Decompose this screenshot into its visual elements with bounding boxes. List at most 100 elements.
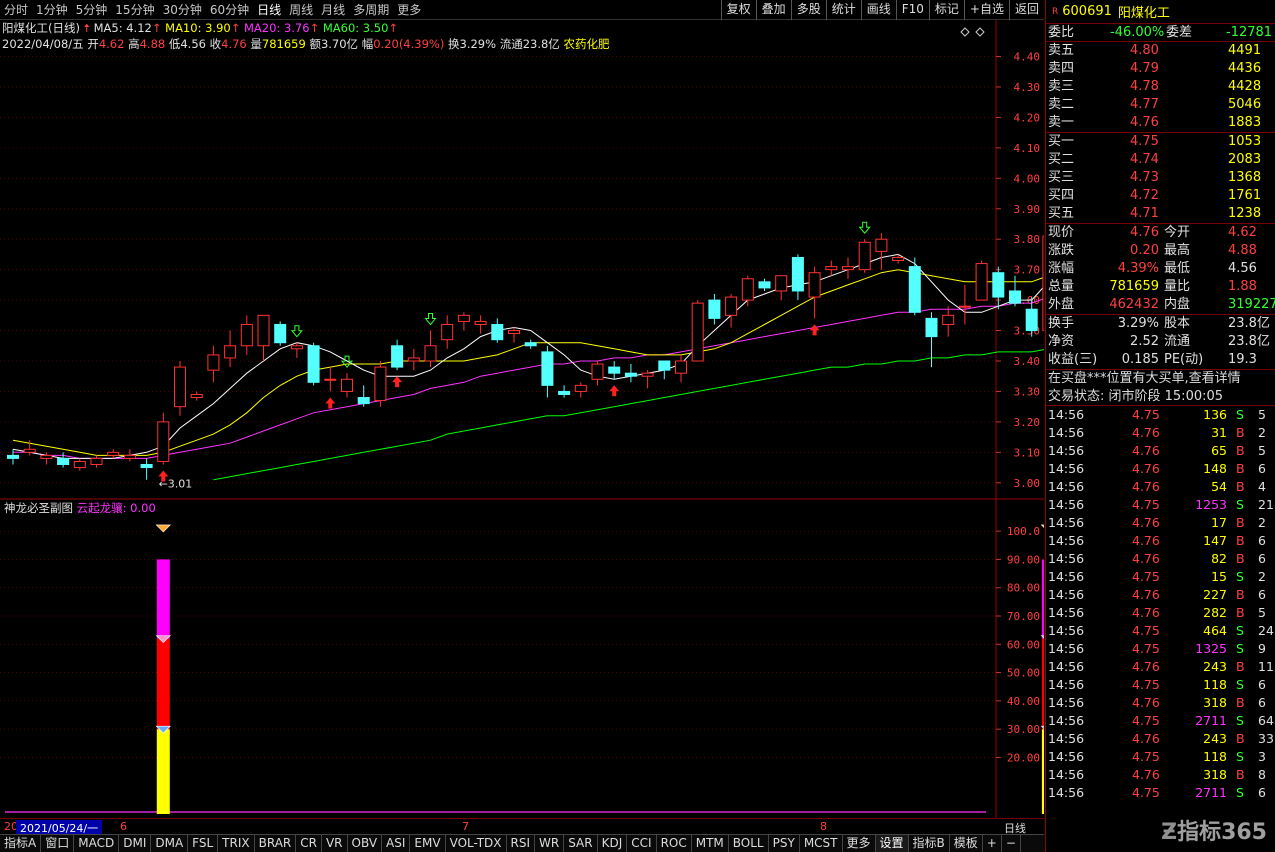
indicator-tab[interactable]: − — [1002, 835, 1021, 852]
tool-button[interactable]: 画线 — [860, 0, 896, 20]
indicator-tab[interactable]: EMV — [410, 835, 446, 852]
tool-button[interactable]: 复权 — [720, 0, 756, 20]
indicator-tab[interactable]: + — [983, 835, 1002, 852]
tool-button[interactable]: F10 — [895, 0, 929, 20]
period-tab[interactable]: 月线 — [317, 1, 349, 18]
indicator-tab[interactable]: 指标A — [0, 835, 42, 852]
indicator-tab[interactable]: VR — [322, 835, 348, 852]
indicator-tab[interactable]: BRAR — [255, 835, 297, 852]
trade-status: 交易状态: 闭市阶段 15:00:05 — [1048, 389, 1224, 404]
period-tab[interactable]: 周线 — [285, 1, 317, 18]
book-row[interactable]: 卖二 4.77 5046 — [1046, 96, 1275, 114]
expand-diamond-icon — [960, 27, 970, 37]
book-row[interactable]: 卖一 4.76 1883 — [1046, 114, 1275, 132]
period-tab[interactable]: 60分钟 — [206, 1, 253, 18]
book-row[interactable]: 买二 4.74 2083 — [1046, 151, 1275, 169]
tick-time: 14:56 — [1048, 533, 1085, 548]
indicator-tab[interactable]: 设置 — [875, 835, 909, 852]
tool-button[interactable]: 统计 — [825, 0, 861, 20]
indicator-tab[interactable]: 模板 — [950, 835, 983, 852]
tick-count: 3 — [1258, 749, 1266, 764]
book-row[interactable]: 买五 4.71 1238 — [1046, 205, 1275, 223]
stock-header: R 600691 阳煤化工 — [1046, 0, 1275, 24]
indicator-tab[interactable]: SAR — [564, 835, 598, 852]
indicator-tab[interactable]: ASI — [382, 835, 411, 852]
book-price: 4.77 — [1130, 97, 1159, 112]
stat-label: 换手 — [1048, 316, 1075, 331]
book-level: 买五 — [1048, 206, 1075, 221]
indicator-tab[interactable]: DMA — [151, 835, 189, 852]
tool-button[interactable]: 返回 — [1008, 0, 1044, 20]
book-row[interactable]: 买一 4.75 1053 — [1046, 133, 1275, 151]
tick-time: 14:56 — [1048, 479, 1085, 494]
candle-body — [174, 366, 186, 408]
tick-row: 14:56 4.76 148 B 6 — [1046, 460, 1275, 478]
book-volume: 4491 — [1228, 43, 1262, 58]
tick-count: 6 — [1258, 461, 1266, 476]
stat-label: 总量 — [1048, 279, 1075, 294]
period-tab[interactable]: 30分钟 — [159, 1, 206, 18]
price-axis-label: 3.70 — [1014, 264, 1041, 277]
tick-price: 4.75 — [1132, 785, 1160, 800]
tool-button[interactable]: 标记 — [928, 0, 964, 20]
indicator-tab[interactable]: RSI — [507, 835, 536, 852]
tick-volume: 31 — [1211, 425, 1227, 440]
candle-body — [691, 302, 704, 362]
stat-label: 净资 — [1048, 334, 1075, 349]
period-tab[interactable]: 分时 — [0, 1, 32, 18]
tool-button[interactable]: 叠加 — [755, 0, 791, 20]
tick-list[interactable]: 14:56 4.75 136 S 5 14:56 4.76 31 B 2 14:56 4.76 65 B 5… — [1046, 406, 1275, 802]
indicator-tab[interactable]: TRIX — [218, 835, 255, 852]
indicator-tab[interactable]: OBV — [348, 835, 383, 852]
book-volume: 2083 — [1228, 152, 1262, 167]
sell-arrow-icon — [290, 325, 303, 338]
period-tab[interactable]: 15分钟 — [111, 1, 158, 18]
indicator-tab[interactable]: ROC — [657, 835, 692, 852]
tool-button[interactable]: +自选 — [963, 0, 1009, 20]
indicator-tab[interactable]: PSY — [769, 835, 800, 852]
period-tab[interactable]: 更多 — [393, 1, 425, 18]
buy-arrow-icon — [325, 397, 336, 409]
sub-axis-label: 20.00 — [1007, 751, 1040, 764]
book-row[interactable]: 卖四 4.79 4436 — [1046, 60, 1275, 78]
candle-body — [975, 263, 988, 301]
stat-value: 462432 — [1109, 297, 1159, 312]
indicator-tab[interactable]: 指标B — [909, 835, 950, 852]
period-tab[interactable]: 5分钟 — [72, 1, 112, 18]
kline-chart[interactable]: 4.404.304.204.104.003.903.803.703.603.50… — [0, 20, 1044, 818]
candle-body — [524, 342, 537, 347]
sub-axis-label: 80.00 — [1007, 582, 1040, 595]
book-row[interactable]: 买四 4.72 1761 — [1046, 187, 1275, 205]
book-row[interactable]: 卖五 4.80 4491 — [1046, 42, 1275, 60]
indicator-tab[interactable]: DMI — [119, 835, 152, 852]
book-row[interactable]: 卖三 4.78 4428 — [1046, 78, 1275, 96]
indicator-tab[interactable]: MACD — [74, 835, 120, 852]
tool-button[interactable]: 多股 — [790, 0, 826, 20]
period-tab[interactable]: 1分钟 — [32, 1, 72, 18]
indicator-tab[interactable]: BOLL — [729, 835, 769, 852]
indicator-tab[interactable]: MCST — [800, 835, 843, 852]
candle-body — [73, 460, 86, 469]
book-volume: 1883 — [1228, 115, 1262, 130]
stat-row: 涨幅 4.39% 最低 4.56 — [1046, 260, 1275, 278]
book-price: 4.74 — [1130, 152, 1159, 167]
indicator-tab[interactable]: MTM — [692, 835, 729, 852]
indicator-tab[interactable]: KDJ — [598, 835, 628, 852]
big-order-notice[interactable]: 在买盘***位置有大买单,查看详情 — [1048, 370, 1241, 388]
indicator-tab[interactable]: 窗口 — [41, 835, 75, 852]
margin-tag: R — [1052, 6, 1059, 17]
period-tab[interactable]: 多周期 — [349, 1, 393, 18]
indicator-tab[interactable]: WR — [535, 835, 565, 852]
notice-row[interactable]: 在买盘***位置有大买单,查看详情 — [1046, 370, 1275, 388]
book-row[interactable]: 买三 4.73 1368 — [1046, 169, 1275, 187]
tick-time: 14:56 — [1048, 731, 1085, 746]
indicator-tab[interactable]: CR — [296, 835, 322, 852]
stock-code: 600691 — [1062, 4, 1112, 19]
indicator-tab[interactable]: CCI — [627, 835, 657, 852]
period-tab[interactable]: 日线 — [253, 1, 285, 18]
book-price: 4.71 — [1130, 206, 1159, 221]
indicator-tab[interactable]: VOL-TDX — [446, 835, 507, 852]
indicator-tab[interactable]: FSL — [188, 835, 219, 852]
price-axis-label: 3.40 — [1014, 355, 1041, 368]
indicator-tab[interactable]: 更多 — [843, 835, 876, 852]
